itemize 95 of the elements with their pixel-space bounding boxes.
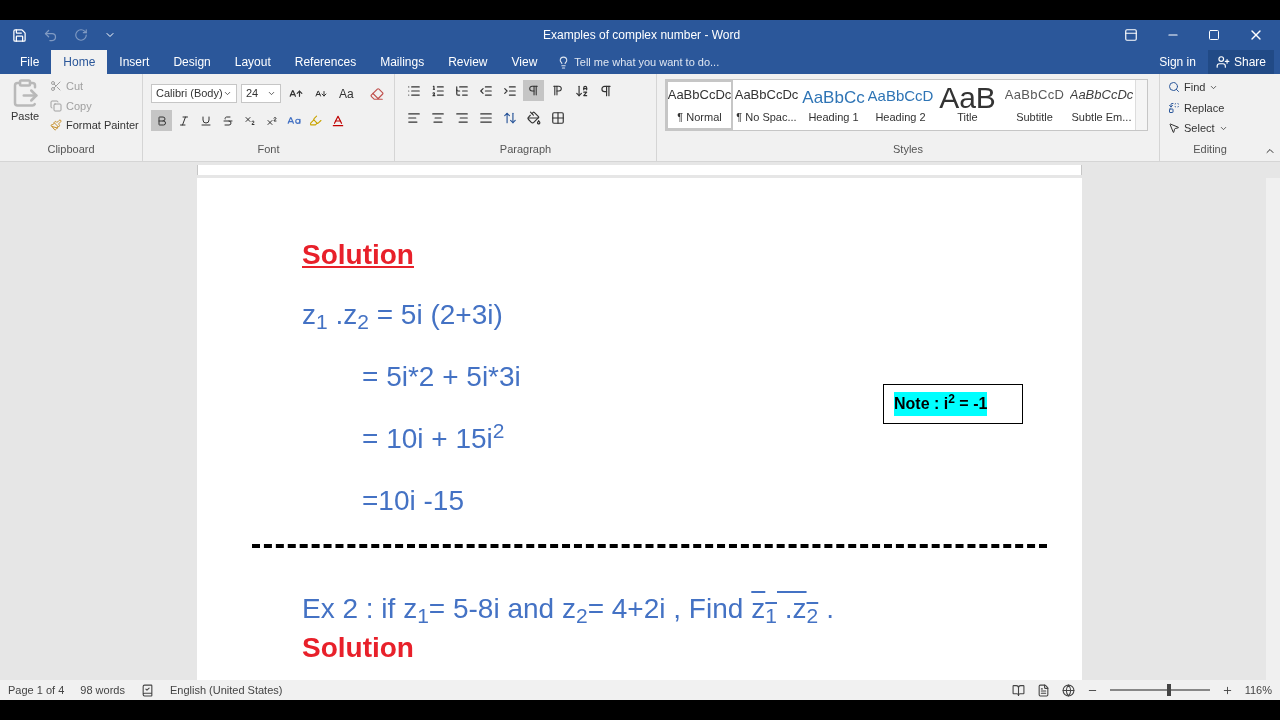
find-button[interactable]: Find [1168, 79, 1252, 96]
equation-line: = 10i + 15i$^{2}$ [361, 418, 506, 456]
underline-icon [199, 114, 212, 127]
style-preview[interactable]: AaBbCc Heading 1 [800, 80, 867, 130]
paste-button[interactable]: Paste [8, 78, 42, 141]
bold-button[interactable] [151, 110, 172, 131]
maximize-icon[interactable] [1208, 29, 1220, 41]
align-center-icon [430, 110, 445, 125]
style-preview[interactable]: AaB Title [934, 80, 1001, 130]
share-button[interactable]: Share [1207, 50, 1274, 74]
group-label: Paragraph [498, 141, 553, 157]
search-icon [1168, 81, 1180, 94]
web-layout-icon[interactable] [1061, 683, 1075, 697]
left-to-right-button[interactable] [523, 80, 544, 101]
line-spacing-icon [502, 110, 517, 125]
ribbon-tab[interactable]: Mailings [368, 50, 437, 74]
page-count[interactable]: Page 1 of 4 [8, 681, 65, 699]
bullets-icon [406, 83, 421, 98]
ribbon-tab[interactable]: View [499, 50, 550, 74]
zoom-level[interactable]: 116% [1244, 681, 1272, 699]
shading-icon [526, 110, 541, 125]
left-to-right-icon [527, 84, 540, 97]
ribbon-tab[interactable]: Insert [107, 50, 162, 74]
group-label: Clipboard [46, 141, 96, 157]
style-preview[interactable]: AaBbCcD Heading 2 [867, 80, 934, 130]
numbering-icon [430, 83, 445, 98]
ribbon-tab[interactable]: Home [51, 50, 108, 74]
clear-formatting-icon[interactable] [369, 86, 384, 101]
highlighter-icon [309, 114, 322, 127]
read-mode-icon[interactable] [1011, 683, 1025, 697]
zoom-slider[interactable] [1109, 684, 1210, 696]
proofing-icon[interactable] [140, 683, 154, 697]
ribbon-tab[interactable]: File [8, 50, 52, 74]
person-plus-icon [1215, 55, 1230, 69]
style-preview[interactable]: AaBbCcDc ¶ No Spac... [733, 80, 800, 130]
strikethrough-icon [221, 114, 234, 127]
equation-line: =10i -15 [361, 484, 465, 518]
solution-heading: Solution [302, 634, 415, 662]
font-size-field[interactable]: 24 [241, 84, 281, 103]
right-to-left-icon [551, 84, 564, 97]
sign-in-link[interactable]: Sign in [1147, 53, 1208, 71]
copy-icon [50, 99, 62, 112]
style-preview[interactable]: AaBbCcDc Subtle Em... [1068, 80, 1135, 130]
caret-icon [223, 89, 232, 98]
italic-icon [177, 114, 190, 127]
sort-icon [574, 83, 589, 98]
change-case-button[interactable]: Aa [335, 84, 358, 103]
note-box: Note : i$^{2}$ = -1 [883, 384, 1023, 424]
bold-icon [155, 114, 168, 127]
language-label[interactable]: English (United States) [169, 681, 283, 699]
save-icon[interactable] [12, 27, 27, 43]
zoom-thumb[interactable] [1167, 684, 1172, 696]
equation-line: z$_{1}$ .z$_{2}$ = 5i (2+3i) [302, 298, 504, 336]
pointer-icon [1168, 122, 1180, 135]
ribbon-tab[interactable]: Review [436, 50, 500, 74]
group-label: Font [256, 141, 281, 157]
zoom-in-icon[interactable] [1221, 684, 1233, 696]
select-button[interactable]: Select [1168, 120, 1252, 137]
multilevel-list-icon [454, 83, 469, 98]
borders-icon [550, 110, 565, 125]
tell-me-field[interactable]: Tell me what you want to do... [574, 53, 775, 71]
ribbon-tab[interactable]: Design [161, 50, 223, 74]
style-preview[interactable]: AaBbCcD Subtitle [1001, 80, 1068, 130]
ribbon-tab[interactable]: References [282, 50, 369, 74]
replace-icon [1168, 101, 1180, 114]
scissors-icon [50, 80, 62, 93]
ribbon-tab[interactable]: Layout [222, 50, 283, 74]
subscript-icon [243, 114, 256, 127]
window-title: Examples of complex number - Word [543, 27, 741, 44]
word-count[interactable]: 98 words [80, 681, 125, 699]
exercise-text: Ex 2 : if z$_{1}$= 5-8i and z$_{2}$= 4+2i , Find [302, 592, 744, 630]
format-painter-button[interactable]: Format Painter [50, 117, 139, 134]
paintbrush-icon [50, 119, 62, 132]
decrease-indent-icon [478, 83, 493, 98]
find-target: z$_{1}$ .z$_{2}$ [751, 592, 819, 630]
exercise-end: . [826, 592, 834, 626]
ribbon-options-icon[interactable] [1124, 28, 1138, 42]
group-label: Styles [892, 141, 924, 157]
show-marks-icon [598, 83, 613, 98]
align-right-icon [454, 110, 469, 125]
print-layout-icon[interactable] [1036, 683, 1050, 697]
style-preview[interactable]: AaBbCcDc ¶ Normal [666, 80, 733, 130]
increase-indent-icon [502, 83, 517, 98]
equation-line: = 5i*2 + 5i*3i [361, 360, 522, 394]
font-name-field[interactable]: Calibri (Body) [151, 84, 237, 103]
replace-button[interactable]: Replace [1168, 99, 1252, 116]
superscript-icon [265, 114, 278, 127]
solution-heading: Solution [302, 238, 415, 272]
gallery-scrollbar[interactable] [1135, 80, 1147, 130]
group-label: Editing [1192, 141, 1228, 157]
shrink-font-icon [314, 87, 327, 100]
justify-icon [478, 110, 493, 125]
font-color-icon [330, 113, 345, 128]
align-left-icon [406, 110, 421, 125]
caret-icon [267, 89, 276, 98]
